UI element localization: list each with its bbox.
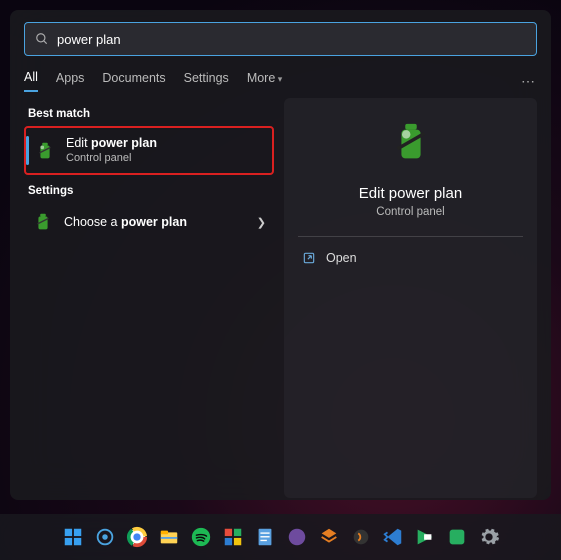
tab-all[interactable]: All <box>24 70 38 92</box>
notepad-icon[interactable] <box>252 524 278 550</box>
preview-title: Edit power plan <box>359 185 462 202</box>
taskbar-app-icon[interactable] <box>284 524 310 550</box>
result-choose-power-plan[interactable]: Choose a power plan ❯ <box>24 203 274 241</box>
filter-tabs: All Apps Documents Settings More ⋯ <box>24 70 537 92</box>
selection-indicator <box>26 136 29 165</box>
result-edit-power-plan[interactable]: Edit power plan Control panel <box>24 126 274 175</box>
vscode-icon[interactable] <box>380 524 406 550</box>
spotify-icon[interactable] <box>188 524 214 550</box>
taskbar-app-icon[interactable] <box>444 524 470 550</box>
section-best-match: Best match <box>28 108 274 120</box>
start-search-panel: All Apps Documents Settings More ⋯ Best … <box>10 10 551 500</box>
settings-icon[interactable] <box>476 524 502 550</box>
open-icon <box>302 251 316 265</box>
taskbar-app-icon[interactable] <box>316 524 342 550</box>
result-title: Edit power plan <box>66 136 264 152</box>
search-input[interactable] <box>57 32 526 47</box>
battery-icon-large <box>388 120 434 171</box>
tab-documents[interactable]: Documents <box>102 71 165 91</box>
tab-more[interactable]: More <box>247 71 283 91</box>
tab-apps[interactable]: Apps <box>56 71 85 91</box>
file-explorer-icon[interactable] <box>156 524 182 550</box>
taskbar-app-icon[interactable] <box>220 524 246 550</box>
result-subtitle: Control panel <box>66 152 264 166</box>
search-icon <box>35 32 49 46</box>
action-open[interactable]: Open <box>298 237 523 279</box>
battery-icon <box>32 211 54 233</box>
overflow-menu[interactable]: ⋯ <box>521 73 537 90</box>
tab-settings[interactable]: Settings <box>184 71 229 91</box>
taskbar-app-icon[interactable] <box>92 524 118 550</box>
chevron-right-icon: ❯ <box>257 216 266 229</box>
result-title: Choose a power plan <box>64 215 257 231</box>
search-box[interactable] <box>24 22 537 56</box>
taskbar <box>0 514 561 560</box>
results-column: Best match Edit power plan Control panel… <box>24 98 274 498</box>
chrome-icon[interactable] <box>124 524 150 550</box>
action-label: Open <box>326 251 357 265</box>
preview-pane: Edit power plan Control panel Open <box>284 98 537 498</box>
start-button[interactable] <box>60 524 86 550</box>
taskbar-app-icon[interactable] <box>412 524 438 550</box>
taskbar-app-icon[interactable] <box>348 524 374 550</box>
battery-icon <box>34 140 56 162</box>
section-settings: Settings <box>28 185 274 197</box>
preview-subtitle: Control panel <box>376 206 444 218</box>
